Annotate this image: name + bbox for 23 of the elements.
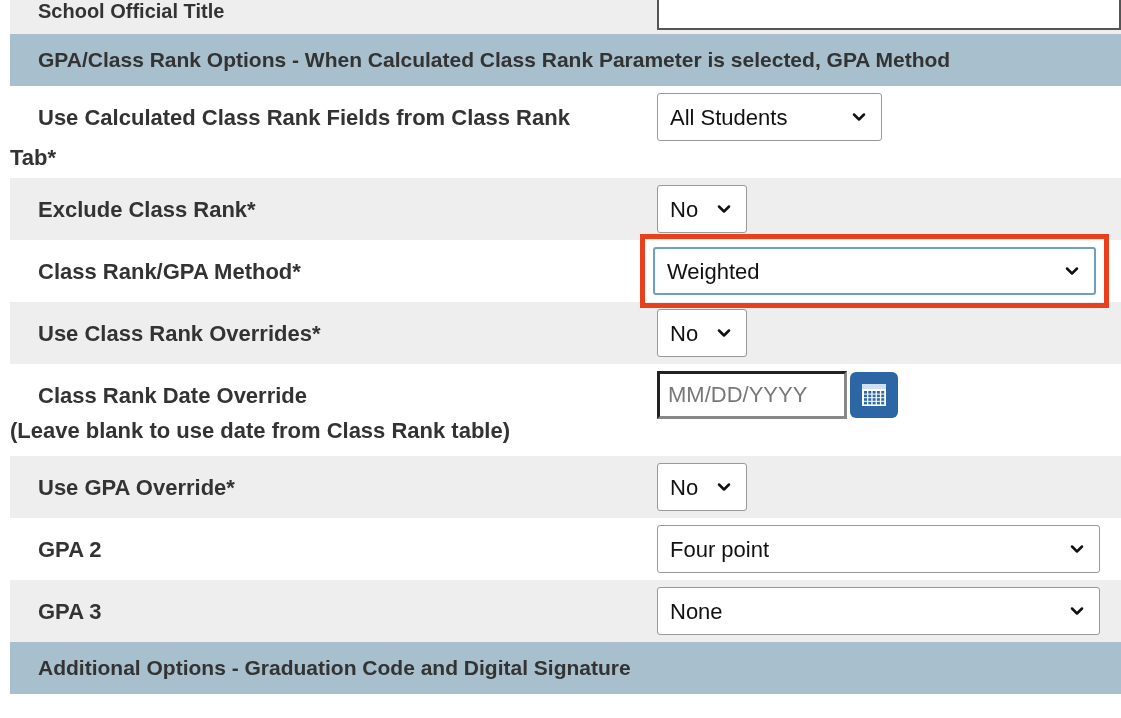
dropdown[interactable]: No — [657, 463, 747, 511]
field-label: GPA 3 — [37, 598, 103, 626]
field-note: (Leave blank to use date from Class Rank table) — [10, 417, 512, 445]
field-label: Class Rank/GPA Method* — [37, 258, 302, 286]
field-label: GPA 2 — [37, 536, 103, 564]
dropdown[interactable]: None — [657, 587, 1100, 635]
dropdown[interactable]: No — [657, 309, 747, 357]
dropdown[interactable]: No — [657, 185, 747, 233]
field-label: School Official Title — [38, 0, 225, 22]
field-label: Exclude Class Rank* — [37, 196, 257, 224]
field-label: Use Class Rank Overrides* — [37, 320, 322, 348]
calendar-button[interactable] — [850, 372, 898, 418]
dropdown[interactable]: Weighted — [653, 247, 1096, 295]
field-label: Class Rank Date Override — [37, 382, 309, 410]
dropdown[interactable]: Four point — [657, 525, 1100, 573]
date-field[interactable]: MM/DD/YYYY — [657, 371, 847, 419]
section-header: GPA/Class Rank Options - When Calculated Class Rank Parameter is selected, GPA Method — [10, 34, 1121, 86]
section-header: Additional Options - Graduation Code and Digital Signature — [10, 642, 1121, 694]
field-label: Use Calculated Class Rank Fields from Class Rank Tab* — [9, 104, 571, 172]
dropdown[interactable]: All Students — [657, 93, 882, 141]
field-label: Use GPA Override* — [37, 474, 236, 502]
text-field[interactable] — [657, 0, 1121, 30]
calendar-icon — [861, 383, 887, 407]
